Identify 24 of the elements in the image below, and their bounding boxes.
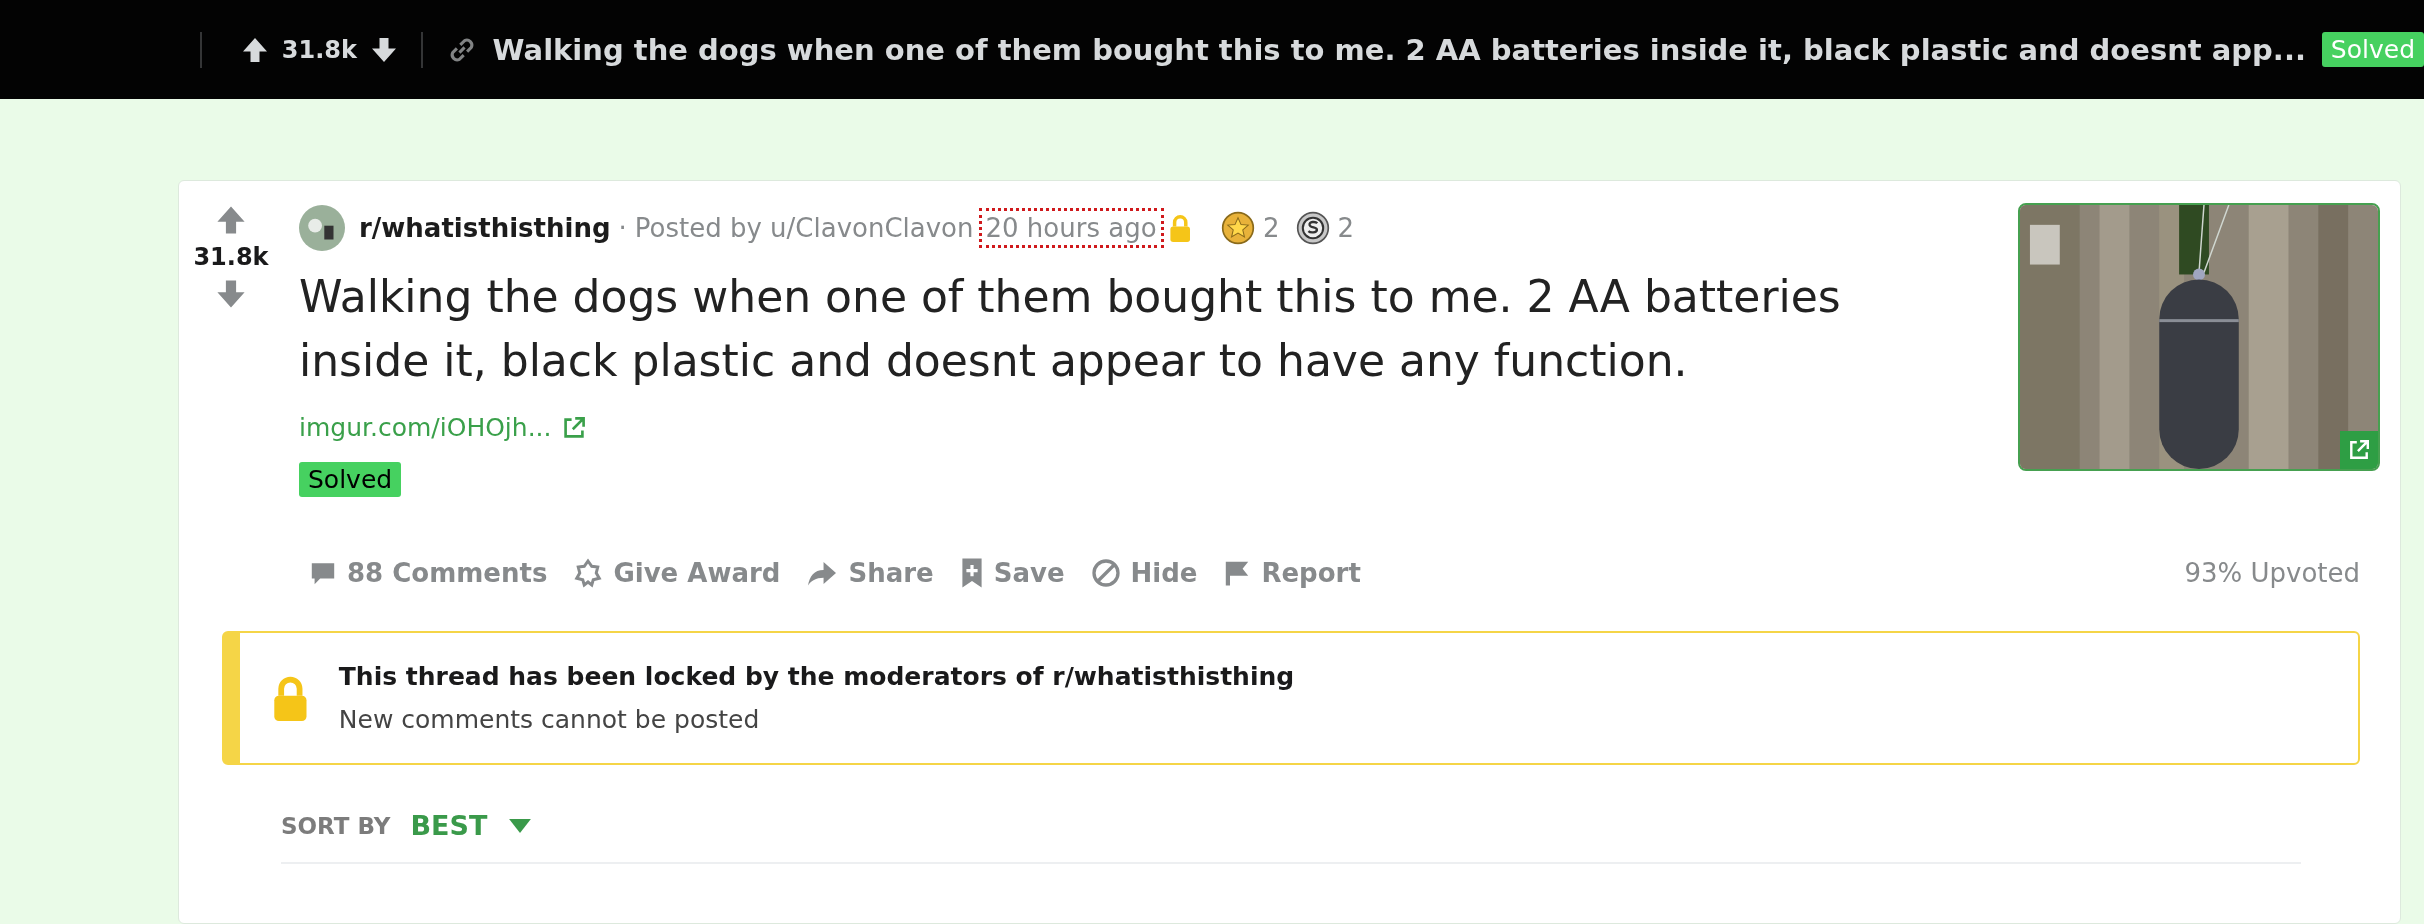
posted-by[interactable]: Posted by u/ClavonClavon <box>634 213 974 243</box>
sort-dropdown[interactable]: BEST <box>404 809 538 842</box>
flair-tag: Solved <box>2321 32 2424 67</box>
separator-dot: · <box>618 213 627 243</box>
vote-count: 31.8k <box>193 243 269 271</box>
post-link[interactable]: imgur.com/iOHOjh... <box>299 413 552 442</box>
subreddit-link[interactable]: r/whatisthisthing <box>359 213 611 243</box>
post-time[interactable]: 20 hours ago <box>981 211 1161 245</box>
locked-title: This thread has been locked by the moderators of r/whatisthisthing <box>338 662 1295 691</box>
upvote-ratio: 93% Upvoted <box>2184 558 2360 588</box>
share-button[interactable]: Share <box>798 552 942 594</box>
post-title: Walking the dogs when one of them bought this to me. 2 AA batteries inside it, black plastic and doesnt appear to have any function. <box>299 270 1842 388</box>
flair-tag: Solved <box>299 462 402 497</box>
award-count: 2 <box>1262 213 1280 243</box>
locked-subtitle: New comments cannot be posted <box>338 705 761 734</box>
comments-button[interactable]: 88 Comments <box>301 552 556 594</box>
vote-count: 31.8k <box>281 35 357 64</box>
sort-label: SORT BY <box>281 812 391 839</box>
award-count: 2 <box>1337 213 1355 243</box>
post-title: Walking the dogs when one of them bought this to me. 2 AA batteries inside it, black plastic and doesnt app... <box>492 32 2306 67</box>
save-button[interactable]: Save <box>951 551 1073 595</box>
award-button[interactable]: Give Award <box>565 552 789 594</box>
report-button[interactable]: Report <box>1215 552 1369 594</box>
hide-button[interactable]: Hide <box>1082 552 1206 594</box>
